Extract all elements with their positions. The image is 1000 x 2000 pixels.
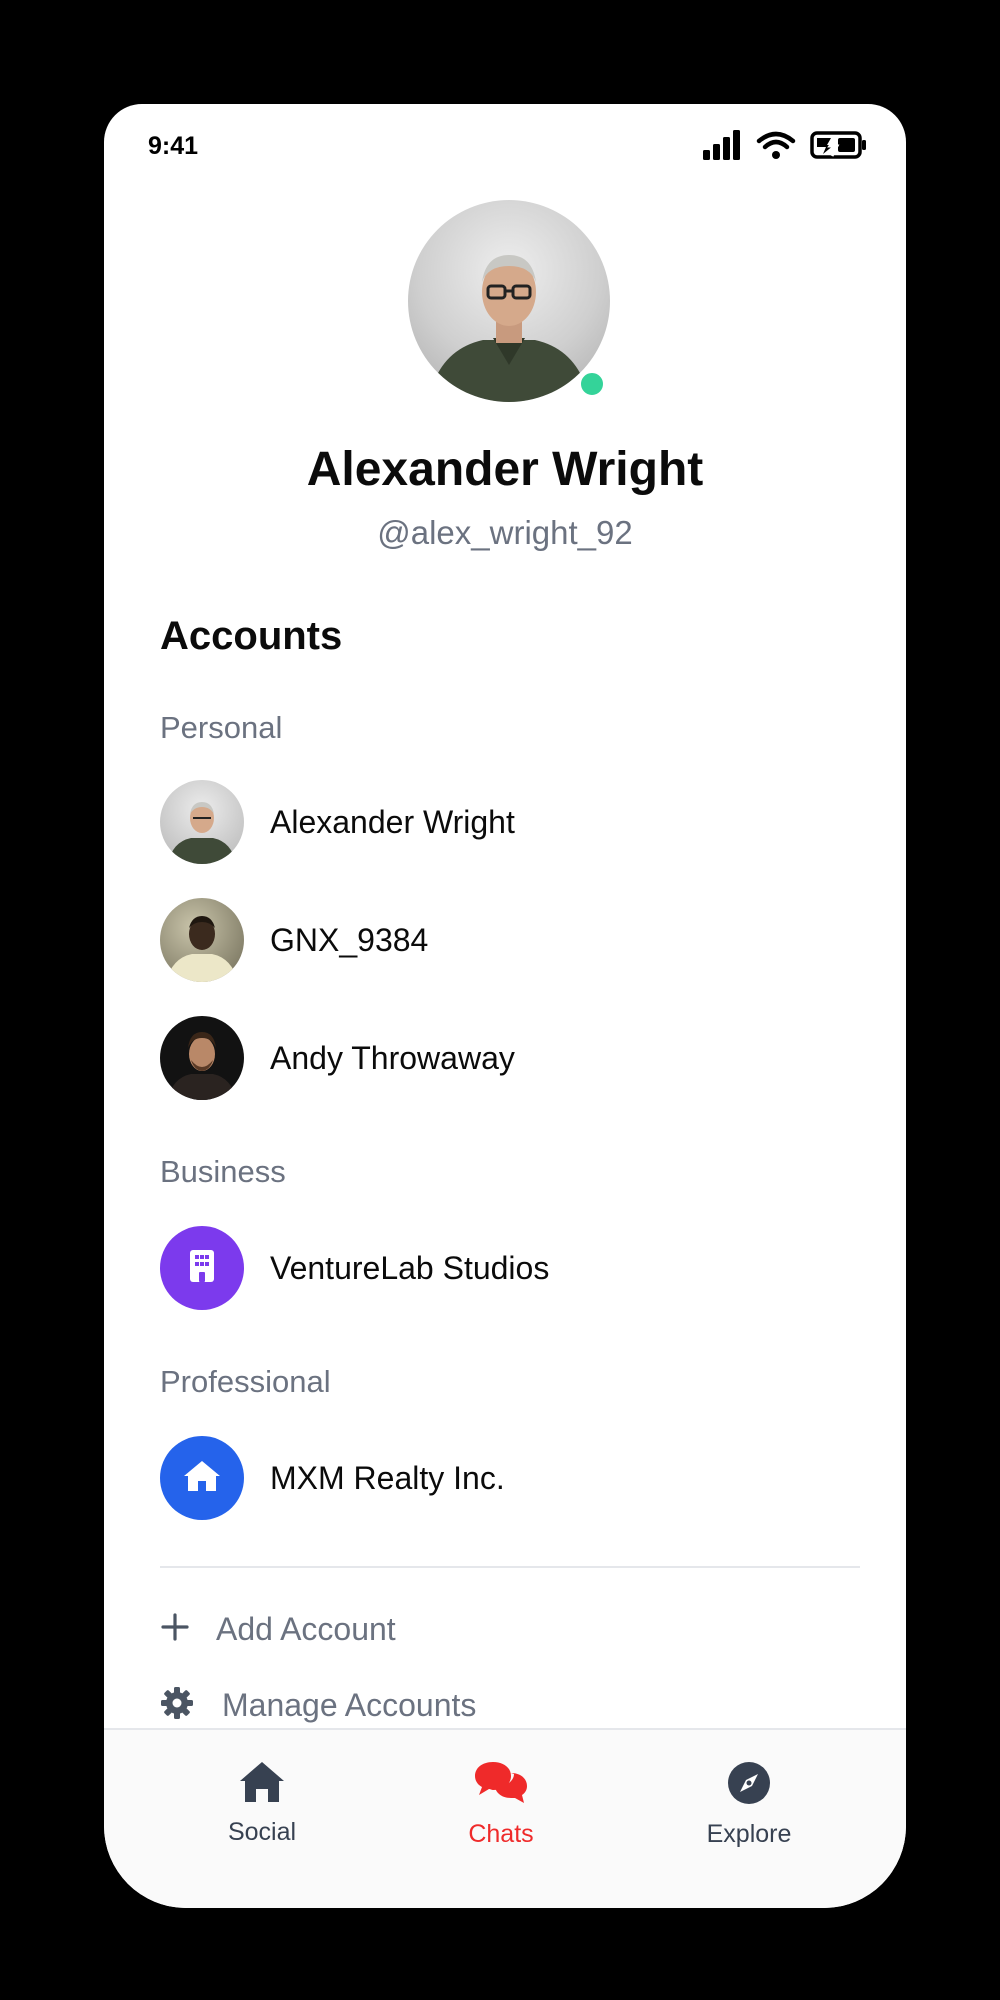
wifi-icon [756,130,796,165]
account-avatar [160,1436,244,1520]
tab-label: Social [227,1818,297,1846]
account-row-mxm-realty[interactable]: MXM Realty Inc. [160,1436,850,1520]
tab-label: Explore [706,1820,792,1848]
profile-avatar[interactable] [408,200,610,402]
manage-accounts-label: Manage Accounts [222,1686,477,1723]
building-icon [187,1249,217,1288]
account-avatar [160,1226,244,1310]
divider [160,1566,860,1568]
tab-social[interactable]: Social [172,1760,352,1847]
chat-bubbles-icon [411,1760,591,1806]
account-name: Andy Throwaway [270,1039,515,1076]
house-icon [182,1459,222,1498]
account-name: MXM Realty Inc. [270,1459,505,1496]
online-status-indicator [578,370,606,398]
plus-icon [160,1612,190,1647]
phone-screen: 9:41 Alexander Wright @alex_wright_92 Ac… [104,104,906,1908]
account-name: VentureLab Studios [270,1249,550,1286]
accounts-heading: Accounts [160,614,343,658]
account-row-venturelab-studios[interactable]: VentureLab Studios [160,1226,850,1310]
account-avatar [160,1016,244,1100]
add-account-label: Add Account [216,1610,396,1647]
profile-handle: @alex_wright_92 [377,514,633,551]
bottom-tab-bar: Social Chats Explore [104,1728,906,1908]
house-icon [172,1760,352,1804]
tab-chats[interactable]: Chats [411,1760,591,1849]
add-account-button[interactable]: Add Account [160,1604,396,1654]
gear-icon [160,1686,196,1725]
group-label-professional: Professional [160,1364,331,1399]
account-name: GNX_9384 [270,921,429,958]
status-bar: 9:41 [104,104,906,184]
account-avatar [160,898,244,982]
group-label-personal: Personal [160,710,283,745]
tab-explore[interactable]: Explore [659,1760,839,1849]
battery-charging-icon [810,130,868,165]
account-row-andy-throwaway[interactable]: Andy Throwaway [160,1016,850,1100]
group-label-business: Business [160,1154,286,1189]
account-avatar [160,780,244,864]
signal-icon [702,130,742,165]
account-name: Alexander Wright [270,803,515,840]
account-row-alexander-wright[interactable]: Alexander Wright [160,780,850,864]
account-row-gnx-9384[interactable]: GNX_9384 [160,898,850,982]
manage-accounts-button[interactable]: Manage Accounts [160,1680,476,1730]
compass-icon [659,1760,839,1806]
tab-label: Chats [468,1820,534,1848]
status-time: 9:41 [148,132,199,160]
status-icons [702,130,868,165]
profile-name: Alexander Wright [306,443,704,496]
